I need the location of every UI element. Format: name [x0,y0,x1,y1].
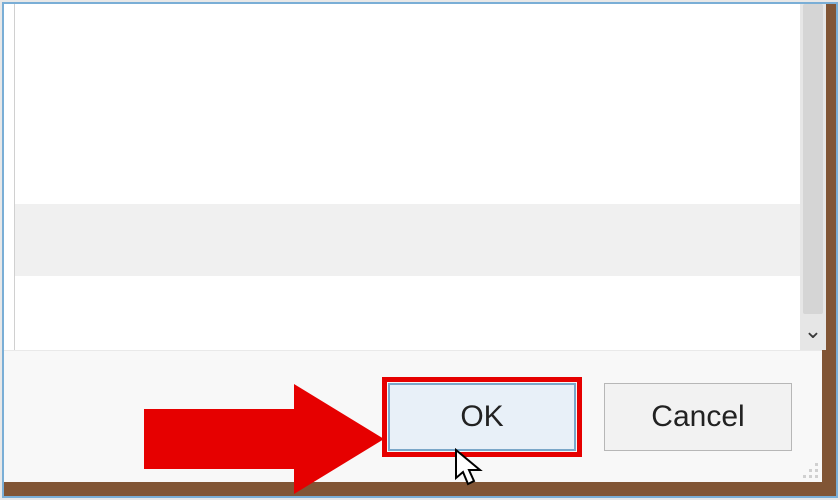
list-selected-row[interactable] [15,204,800,276]
scrollbar-thumb[interactable] [803,4,823,314]
resize-grip-icon[interactable] [800,460,818,478]
cancel-button-label: Cancel [651,400,744,434]
cancel-button[interactable]: Cancel [604,383,792,451]
screenshot-frame: ⌄ OK Cancel [2,2,838,498]
dialog-content-area [14,4,800,350]
scroll-down-button[interactable]: ⌄ [800,316,826,346]
ok-button[interactable]: OK [388,383,576,451]
dialog-button-bar: OK Cancel [4,350,822,482]
vertical-scrollbar[interactable]: ⌄ [800,4,826,350]
chevron-down-icon: ⌄ [804,318,822,344]
ok-button-label: OK [460,400,503,434]
